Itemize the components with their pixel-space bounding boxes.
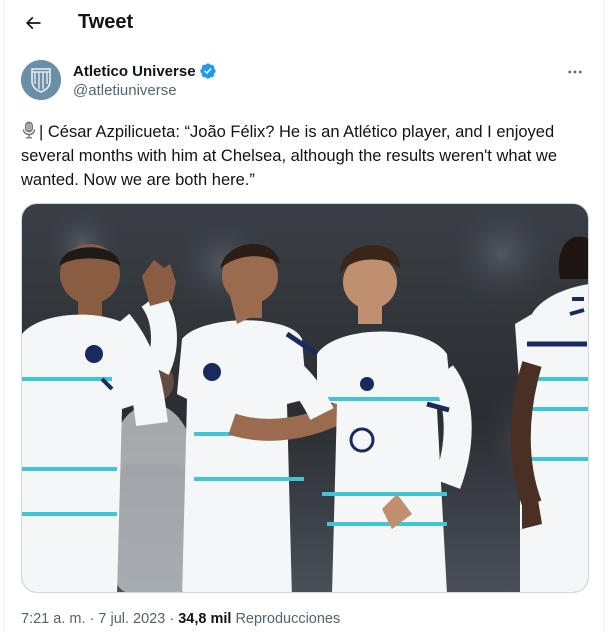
club-crest-image xyxy=(21,60,61,100)
verified-badge-icon xyxy=(199,63,216,79)
tweet-text-body: | César Azpilicueta: “João Félix? He is … xyxy=(21,123,558,189)
back-arrow-icon xyxy=(25,16,41,30)
avatar[interactable] xyxy=(21,60,61,100)
top-bar: Tweet xyxy=(4,0,603,46)
tweet-page: Tweet Atletico Universe @atletiuniverse … xyxy=(3,0,604,633)
microphone-icon xyxy=(22,121,36,139)
author-name[interactable]: Atletico Universe xyxy=(73,62,217,80)
tweet-photo[interactable] xyxy=(21,203,589,593)
players-photo xyxy=(22,204,588,592)
author-handle[interactable]: @atletiuniverse xyxy=(73,82,177,99)
more-icon xyxy=(568,70,582,74)
more-button[interactable] xyxy=(561,58,589,86)
back-button[interactable] xyxy=(16,6,50,40)
tweet-timestamp[interactable]: 7:21 a. m. · 7 jul. 2023 xyxy=(21,611,165,627)
page-title: Tweet xyxy=(78,11,134,33)
views-count: 34,8 mil xyxy=(178,611,232,627)
tweet-meta: 7:21 a. m. · 7 jul. 2023 · 34,8 mil Repr… xyxy=(21,611,341,627)
views-label: Reproducciones xyxy=(235,611,341,627)
tweet-text: | César Azpilicueta: “João Félix? He is … xyxy=(21,120,591,192)
author-name-text: Atletico Universe xyxy=(73,62,196,80)
